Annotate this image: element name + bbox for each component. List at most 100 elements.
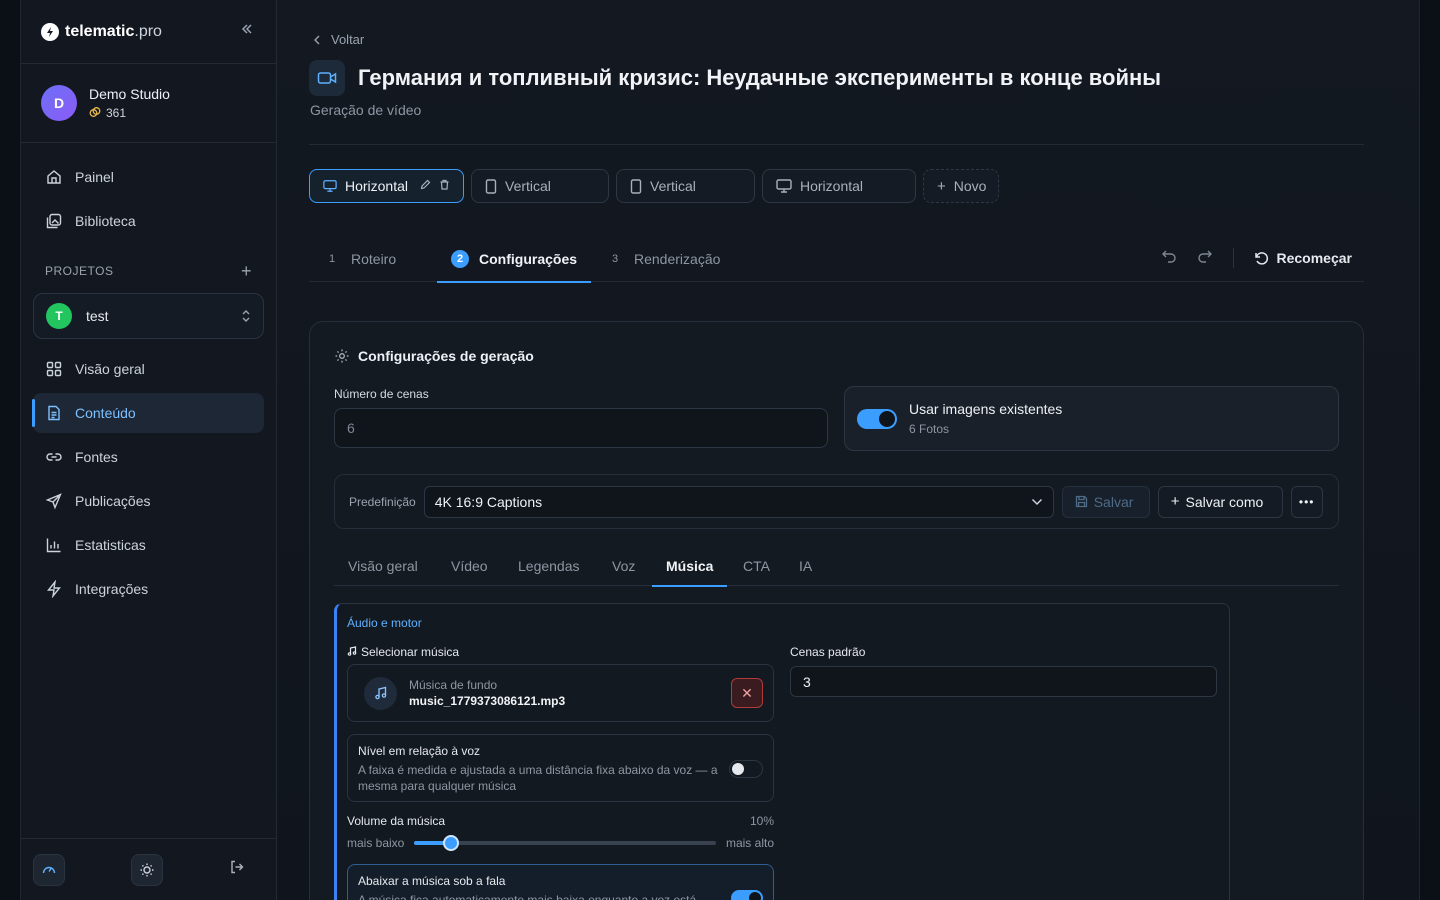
duck-music-toggle[interactable] <box>731 890 763 900</box>
settings-tab-overview[interactable]: Visão geral <box>348 545 418 586</box>
nav-item-statistics[interactable]: Estatisticas <box>33 525 264 565</box>
nav-item-integrations[interactable]: Integrações <box>33 569 264 609</box>
project-name: test <box>86 308 109 324</box>
settings-tab-music[interactable]: Música <box>651 545 729 587</box>
title-row: Германия и топливный кризис: Неудачные э… <box>309 60 1161 96</box>
home-icon <box>47 170 61 184</box>
nav-item-content[interactable]: Conteúdo <box>32 393 264 433</box>
video-icon <box>309 60 345 96</box>
restart-label: Recomeçar <box>1276 250 1353 266</box>
save-button[interactable]: Salvar <box>1061 485 1150 518</box>
back-link[interactable]: Voltar <box>313 32 364 47</box>
back-label: Voltar <box>331 32 365 47</box>
step-number: 3 <box>611 253 619 265</box>
project-selector[interactable]: T test <box>33 293 264 339</box>
step-tab-roteiro[interactable]: 1 Roteiro <box>323 236 396 282</box>
redo-icon[interactable] <box>1197 249 1213 268</box>
format-tab-vertical-2[interactable]: Vertical <box>616 169 755 203</box>
edit-pencil-icon[interactable] <box>420 179 431 193</box>
use-images-title: Usar imagens existentes <box>909 401 1063 417</box>
nav-item-sources[interactable]: Fontes <box>33 437 264 477</box>
settings-tab-voice[interactable]: Voz <box>612 545 635 586</box>
settings-tab-ai[interactable]: IA <box>799 545 812 586</box>
nav-item-biblioteca[interactable]: Biblioteca <box>33 201 264 241</box>
card-header: Configurações de geração <box>334 348 534 364</box>
sidebar: telematic.pro D Demo Studio 361 Painel B… <box>21 0 277 900</box>
close-icon: ✕ <box>741 684 753 701</box>
trash-icon[interactable] <box>439 179 450 193</box>
separator <box>1232 248 1234 268</box>
main-content: Voltar Германия и топливный кризис: Неуд… <box>309 0 1364 900</box>
settings-tab-cta[interactable]: CTA <box>743 545 770 586</box>
background-music-label: Música de fundo <box>409 678 498 692</box>
volume-slider-thumb[interactable] <box>442 835 459 851</box>
logout-button[interactable] <box>229 859 245 880</box>
projects-label: PROJETOS <box>45 264 114 278</box>
volume-lower-label: mais baixo <box>347 836 405 850</box>
preset-select[interactable]: 4K 16:9 Captions <box>423 485 1054 518</box>
new-format-label: Novo <box>953 178 987 194</box>
format-tab-horizontal-active[interactable]: Horizontal <box>309 169 464 203</box>
step-actions: Recomeçar <box>1161 248 1353 268</box>
restart-button[interactable]: Recomeçar <box>1254 250 1353 266</box>
projects-section-label: PROJETOS + <box>21 259 276 283</box>
volume-slider[interactable] <box>414 835 716 851</box>
step-label: Configurações <box>479 251 578 267</box>
send-icon <box>45 493 62 510</box>
duck-music-card: Abaixar a música sob a fala A música fic… <box>347 864 774 900</box>
nav-item-painel[interactable]: Painel <box>33 157 264 197</box>
volume-percent: 10% <box>749 814 774 828</box>
image-library-icon <box>46 213 62 229</box>
music-file-card[interactable]: Música de fundo music_1779373086121.mp3 … <box>347 664 774 722</box>
nav-label: Conteúdo <box>75 405 136 421</box>
nav-item-publications[interactable]: Publicações <box>33 481 264 521</box>
format-tab-vertical-1[interactable]: Vertical <box>471 169 609 203</box>
step-tab-renderizacao[interactable]: 3 Renderização <box>606 236 720 282</box>
duck-music-title: Abaixar a música sob a fala <box>358 874 506 888</box>
theme-toggle-button[interactable] <box>131 853 163 886</box>
default-scenes-input[interactable]: 3 <box>790 666 1217 697</box>
usage-gauge-button[interactable] <box>33 853 65 886</box>
undo-icon[interactable] <box>1161 249 1177 268</box>
logout-icon <box>231 860 244 874</box>
voice-level-card: Nível em relação à voz A faixa é medida … <box>347 734 774 802</box>
voice-level-desc: A faixa é medida e ajustada a uma distân… <box>358 763 718 793</box>
refresh-icon <box>1254 251 1268 265</box>
use-images-toggle[interactable] <box>857 408 897 429</box>
gauge-icon <box>42 866 56 873</box>
brand-tld: .pro <box>134 22 162 40</box>
save-as-button[interactable]: + Salvar como <box>1157 485 1283 518</box>
step-tab-configuracoes[interactable]: 2 Configurações <box>436 236 592 283</box>
more-options-button[interactable]: ••• <box>1290 485 1323 518</box>
nav-item-overview[interactable]: Visão geral <box>33 349 264 389</box>
music-note-icon <box>364 676 397 710</box>
scenes-label: Número de cenas <box>334 387 429 401</box>
format-tab-horizontal-2[interactable]: Horizontal <box>762 169 916 203</box>
add-project-icon[interactable]: + <box>241 261 252 282</box>
app-window: telematic.pro D Demo Studio 361 Painel B… <box>20 0 1420 900</box>
chevron-down-icon <box>1031 498 1042 505</box>
collapse-sidebar-icon[interactable] <box>240 22 254 41</box>
settings-tab-video[interactable]: Vídeo <box>451 545 488 586</box>
nav-label: Integrações <box>75 581 149 597</box>
settings-tab-captions[interactable]: Legendas <box>518 545 580 586</box>
music-note-icon <box>347 645 357 659</box>
brand-name: telematic.pro <box>65 23 162 41</box>
use-images-sub: 6 Fotos <box>909 422 950 436</box>
nav-label: Fontes <box>75 449 118 465</box>
coins-icon <box>89 106 101 121</box>
save-as-label: Salvar como <box>1185 493 1264 510</box>
new-format-button[interactable]: + Novo <box>923 169 999 203</box>
preset-label: Predefinição <box>349 494 416 509</box>
step-label: Roteiro <box>351 251 397 267</box>
brand: telematic.pro <box>21 0 276 64</box>
scenes-input[interactable]: 6 <box>334 408 828 448</box>
voice-level-toggle[interactable] <box>729 760 763 778</box>
project-avatar: T <box>46 303 72 329</box>
sidebar-footer <box>21 838 276 900</box>
monitor-icon <box>776 179 792 193</box>
remove-music-button[interactable]: ✕ <box>731 678 763 708</box>
studio-switcher[interactable]: D Demo Studio 361 <box>21 64 276 143</box>
step-number: 2 <box>451 250 469 268</box>
telematic-logo-icon <box>41 22 59 41</box>
